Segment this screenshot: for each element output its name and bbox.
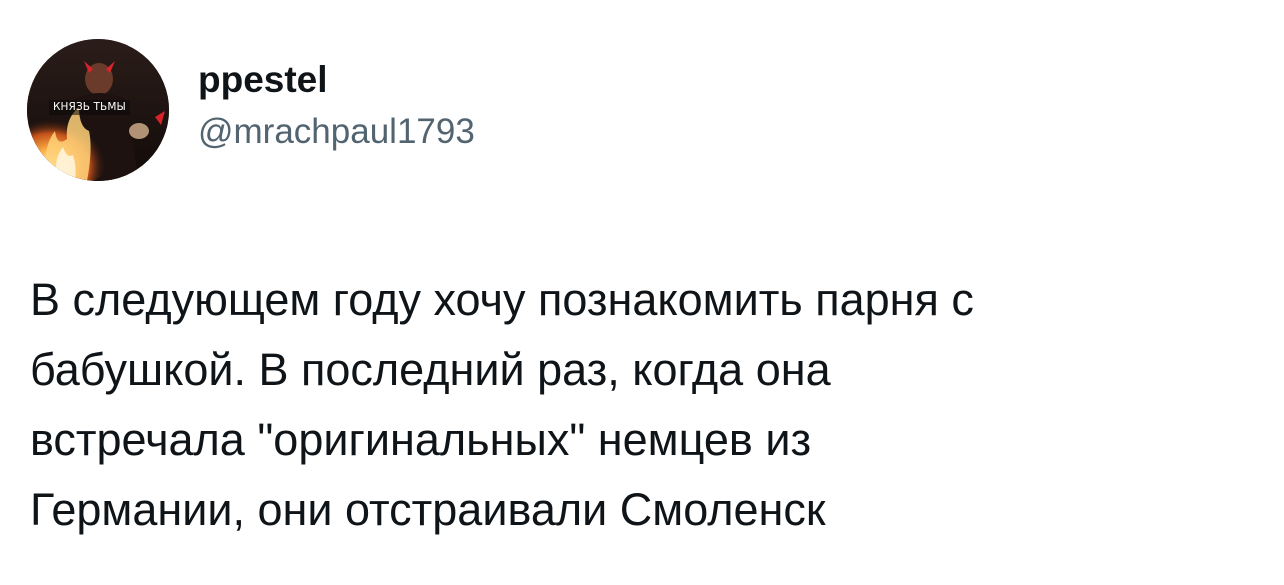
author-handle[interactable]: @mrachpaul1793 <box>198 111 475 153</box>
author-info: ppestel @mrachpaul1793 <box>198 58 475 153</box>
tweet-text-line: Германии, они отстраивали Смоленск <box>30 484 826 535</box>
author-avatar[interactable]: КНЯЗЬ ТЬМЫ <box>27 39 169 181</box>
author-display-name[interactable]: ppestel <box>198 58 475 102</box>
tweet-text-line: бабушкой. В последний раз, когда она <box>30 344 831 395</box>
tweet-text: В следующем году хочу познакомить парня … <box>30 265 1250 545</box>
tweet-text-line: В следующем году хочу познакомить парня … <box>30 274 974 325</box>
tweet-card: КНЯЗЬ ТЬМЫ ppestel @mrachpaul1793 В след… <box>0 0 1284 585</box>
avatar-caption: КНЯЗЬ ТЬМЫ <box>49 100 130 115</box>
tweet-text-line: встречала "оригинальных" немцев из <box>30 414 812 465</box>
